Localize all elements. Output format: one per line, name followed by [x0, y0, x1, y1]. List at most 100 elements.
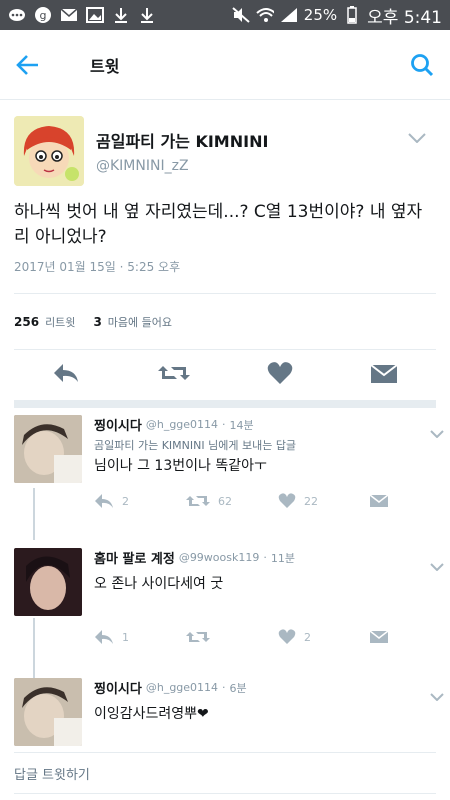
dm-button[interactable] [370, 494, 450, 508]
search-button[interactable] [394, 45, 434, 85]
reply-author-handle[interactable]: @99woosk119 [179, 551, 260, 564]
avatar[interactable] [14, 415, 82, 483]
avatar[interactable] [14, 678, 82, 746]
retweet-button[interactable] [186, 629, 278, 645]
top-bar: 트윗 [0, 30, 450, 100]
wifi-icon [256, 6, 274, 24]
avatar[interactable] [14, 548, 82, 616]
avatar[interactable] [14, 116, 84, 186]
like-button[interactable]: 2 [278, 629, 370, 645]
battery-icon [343, 6, 361, 24]
reply-menu-button[interactable] [430, 556, 444, 575]
tweet-actions [14, 350, 436, 408]
reply-author-handle[interactable]: @h_gge0114 [146, 681, 218, 694]
reply-icon [54, 364, 79, 382]
reply-author-name[interactable]: 찡이시다 [94, 415, 142, 434]
retweet-icon [157, 366, 190, 380]
reply-item[interactable]: 홈마 팔로 계정 @99woosk119 · 11분 오 존나 사이다세여 굿 1 2 [14, 538, 450, 645]
download-icon [112, 6, 130, 24]
chevron-down-icon [408, 133, 426, 144]
heart-icon [278, 629, 296, 644]
chevron-down-icon [430, 563, 444, 572]
reply-avatar-image [14, 678, 82, 746]
user-handle[interactable]: @KIMNINI_zZ [96, 158, 268, 174]
like-button[interactable] [267, 361, 293, 389]
clock: 오후 5:41 [367, 7, 442, 28]
reply-text: 오 존나 사이다세여 굿 [94, 576, 224, 592]
svg-text:g: g [40, 9, 47, 22]
search-icon [411, 53, 434, 76]
reply-avatar-image [14, 548, 82, 616]
image-icon [86, 6, 104, 24]
tweet-timestamp: 2017년 01월 15일 · 5:25 오후 [14, 258, 436, 294]
like-count: 22 [304, 494, 318, 508]
back-button[interactable] [16, 45, 56, 85]
reply-text: 이잉감사드려영뿌❤ [94, 706, 209, 722]
like-button[interactable]: 22 [278, 493, 370, 509]
dm-button[interactable] [370, 362, 398, 388]
reply-author-name[interactable]: 홈마 팔로 계정 [94, 548, 175, 567]
reply-item[interactable]: 찡이시다 @h_gge0114 · 14분 곰일파티 가는 KIMNINI 님에게 보… [14, 405, 450, 509]
reply-count: 2 [122, 494, 129, 508]
download-icon [138, 6, 156, 24]
like-count: 2 [304, 630, 311, 644]
retweet-icon [186, 496, 210, 506]
reply-count: 1 [122, 630, 129, 644]
envelope-icon [370, 630, 388, 643]
reply-to-label: 곰일파티 가는 KIMNINI 님에게 보내는 답글 [94, 439, 297, 452]
retweet-button[interactable]: 62 [186, 493, 278, 509]
retweet-count: 62 [218, 494, 232, 508]
tweet-header: 곰일파티 가는 KIMNINI @KIMNINI_zZ [14, 100, 436, 186]
tweet-stats: 256 리트윗 3 마음에 들어요 [14, 294, 436, 350]
display-name[interactable]: 곰일파티 가는 KIMNINI [96, 128, 268, 152]
like-label: 마음에 들어요 [107, 315, 173, 329]
tweet-menu-button[interactable] [408, 128, 426, 147]
tweet-detail: 곰일파티 가는 KIMNINI @KIMNINI_zZ 하나씩 벗어 내 옆 자… [0, 100, 450, 408]
envelope-icon [370, 494, 388, 507]
reply-time-separator: · [263, 551, 267, 564]
chevron-down-icon [430, 430, 444, 439]
chat-icon [8, 6, 26, 24]
status-bar: g 25% 오후 5:41 [0, 0, 450, 30]
reply-text: 님이나 그 13번이나 똑같아ㅜ [94, 458, 267, 474]
reply-time: 11분 [270, 551, 295, 565]
heart-icon [267, 362, 293, 384]
arrow-left-icon [16, 54, 38, 75]
like-count[interactable]: 3 [93, 315, 101, 329]
reply-item[interactable]: 찡이시다 @h_gge0114 · 6분 이잉감사드려영뿌❤ [14, 668, 450, 746]
reply-icon [95, 494, 113, 508]
reply-button[interactable] [52, 362, 80, 388]
reply-button[interactable]: 1 [94, 629, 186, 645]
signal-icon [280, 6, 298, 24]
g-icon: g [34, 6, 52, 24]
reply-avatar-image [14, 415, 82, 483]
chevron-down-icon [430, 693, 444, 702]
retweet-label: 리트윗 [45, 315, 76, 329]
retweet-icon [186, 632, 210, 642]
ponyo-avatar-image [14, 116, 84, 186]
mute-icon [232, 6, 250, 24]
reply-time: 14분 [229, 418, 254, 432]
reply-button[interactable]: 2 [94, 493, 186, 509]
battery-text: 25% [303, 6, 338, 24]
heart-icon [278, 493, 296, 508]
reply-time: 6분 [229, 681, 247, 695]
reply-actions: 2 62 22 [94, 493, 450, 509]
reply-menu-button[interactable] [430, 686, 444, 705]
reply-compose-placeholder: 답글 트윗하기 [14, 767, 90, 783]
reply-time-separator: · [222, 418, 226, 431]
retweet-button[interactable] [157, 362, 191, 388]
reply-author-handle[interactable]: @h_gge0114 [146, 418, 218, 431]
reply-icon [95, 630, 113, 644]
reply-menu-button[interactable] [430, 423, 444, 442]
page-title: 트윗 [90, 56, 120, 76]
retweet-count[interactable]: 256 [14, 315, 39, 329]
mail-icon [60, 6, 78, 24]
envelope-icon [370, 364, 398, 383]
dm-button[interactable] [370, 630, 450, 644]
reply-compose-field[interactable]: 답글 트윗하기 [14, 752, 436, 794]
reply-author-name[interactable]: 찡이시다 [94, 678, 142, 697]
tweet-text: 하나씩 벗어 내 옆 자리였는데...? C열 13번이야? 내 옆자리 아니었… [14, 202, 423, 247]
reply-time-separator: · [222, 681, 226, 694]
reply-actions: 1 2 [94, 629, 450, 645]
